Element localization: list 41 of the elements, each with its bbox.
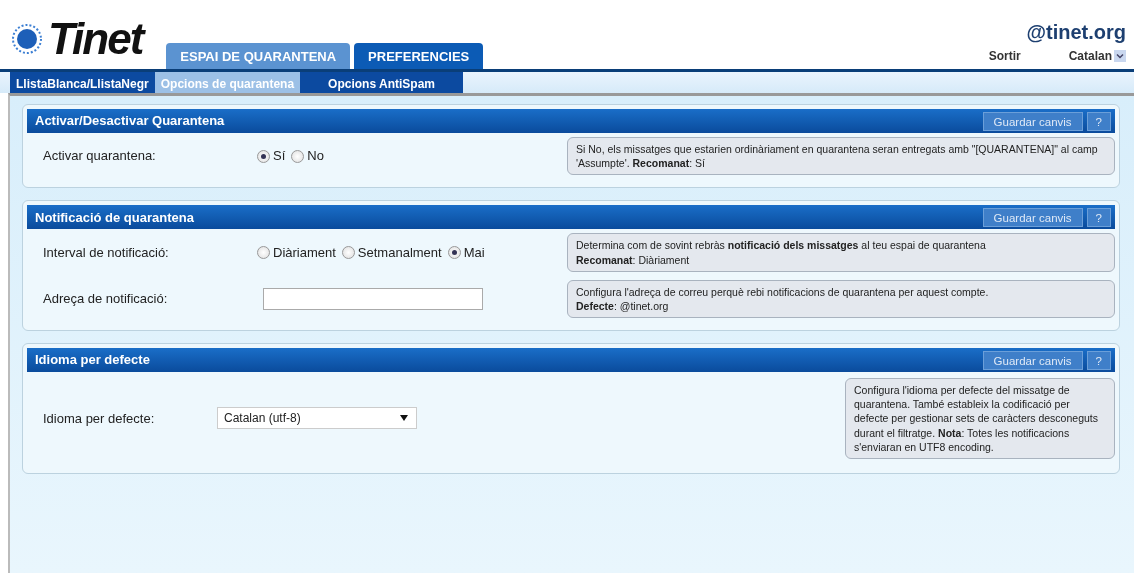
- save-button[interactable]: Guardar canvis: [982, 207, 1083, 227]
- language-dropdown[interactable]: Catalan: [1068, 47, 1126, 65]
- help-button[interactable]: ?: [1086, 207, 1111, 227]
- sub-tab[interactable]: Opcions de quarantena: [154, 72, 301, 93]
- radio-button[interactable]: [447, 246, 461, 259]
- radio-button[interactable]: [341, 246, 355, 259]
- caret-icon: [1114, 50, 1126, 62]
- help-note: Si No, els missatges que estarien ordinàriament en quarantena seran entregats amb "[QUARANTENA]" al camp 'Assumpte'. Recomanat: Sí: [567, 137, 1115, 176]
- sub-tab[interactable]: LlistaBlanca/LlistaNegr: [10, 72, 155, 93]
- field-label: Activar quarantena:: [42, 147, 157, 166]
- main-tab[interactable]: ESPAI DE QUARANTENA: [166, 43, 351, 69]
- option-label: No: [307, 147, 324, 166]
- panel-title: Activar/Desactivar Quarantena: [35, 112, 225, 131]
- logo-text: Tinet: [48, 17, 143, 61]
- panel-title: Notificació de quarantena: [35, 208, 194, 227]
- help-note: Configura l'idioma per defecte del missatge de quarantena. També estableix la codificació per defecte per gestionar sets de caràcters desconeguts durant el filtratge. Nota: Totes les notificacions s'enviaran en UTF8 encoding.: [845, 378, 1115, 459]
- radio-button[interactable]: [257, 246, 270, 259]
- save-button[interactable]: Guardar canvis: [982, 111, 1083, 131]
- option-label: Setmanalment: [357, 243, 442, 262]
- logo-icon: [10, 22, 44, 56]
- panel-title: Idioma per defecte: [35, 351, 150, 370]
- caret-icon: [400, 415, 408, 422]
- field-label: Interval de notificació:: [42, 243, 170, 262]
- sub-tab[interactable]: Opcions AntiSpam: [300, 72, 463, 93]
- account-domain: @tinet.org: [1026, 20, 1126, 45]
- help-button[interactable]: ?: [1086, 111, 1111, 131]
- option-label: Mai: [463, 243, 485, 262]
- save-button[interactable]: Guardar canvis: [982, 350, 1083, 370]
- logout-link[interactable]: Sortir: [988, 47, 1021, 65]
- field-label: Adreça de notificació:: [42, 290, 169, 309]
- option-label: Diàriament: [273, 243, 336, 262]
- main-tab[interactable]: PREFERENCIES: [354, 43, 484, 69]
- language-select[interactable]: Catalan (utf-8): [217, 407, 417, 430]
- help-button[interactable]: ?: [1086, 350, 1111, 370]
- help-note: Determina com de sovint rebràs notificació dels missatges al teu espai de quarantena Recomanat: Diàriament: [567, 233, 1115, 272]
- text-field[interactable]: [263, 287, 483, 310]
- help-note: Configura l'adreça de correu perquè rebi notificacions de quarantena per aquest compte. Defecte: @tinet.org: [567, 279, 1115, 319]
- radio-button[interactable]: [257, 149, 270, 163]
- radio-button[interactable]: [291, 149, 305, 163]
- option-label: Sí: [273, 147, 286, 166]
- field-label: Idioma per defecte:: [42, 409, 156, 428]
